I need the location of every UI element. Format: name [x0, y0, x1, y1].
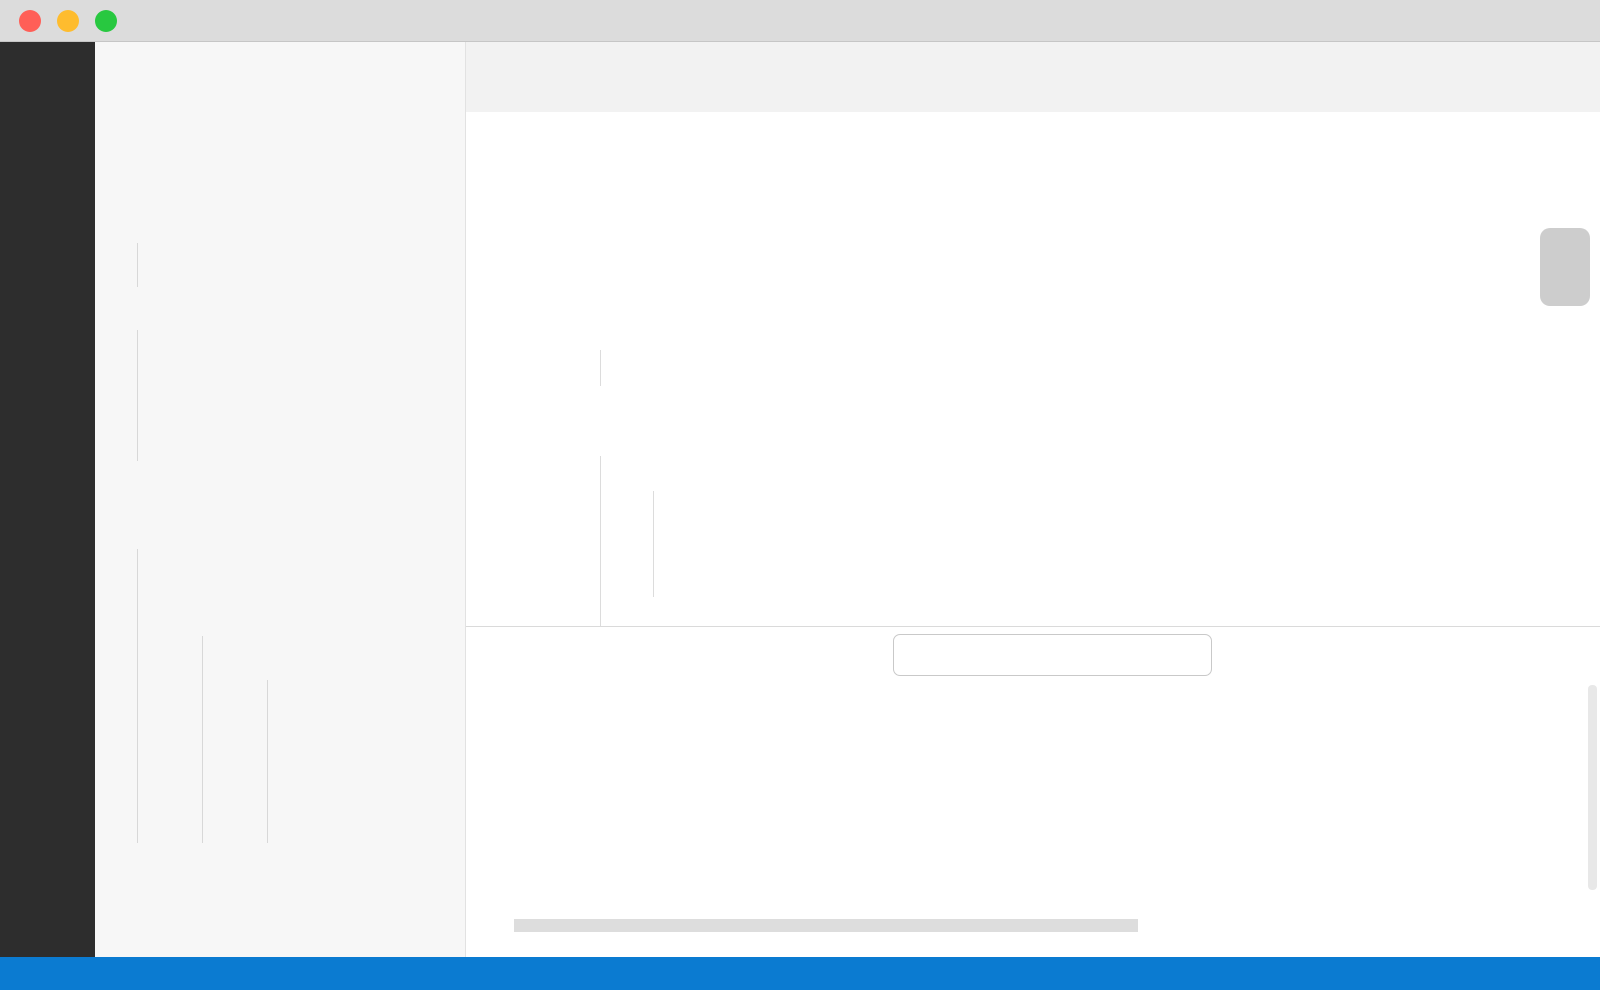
- indent-guide: [653, 491, 654, 597]
- indent-guide: [137, 243, 138, 287]
- output-channel-select[interactable]: [893, 634, 1212, 676]
- panel-header: [466, 627, 1600, 681]
- minimap[interactable]: [1405, 112, 1520, 626]
- titlebar[interactable]: [0, 0, 1600, 42]
- indent-guide: [600, 350, 601, 386]
- panel-horizontal-scrollbar[interactable]: [514, 919, 1138, 932]
- indent-guide: [600, 456, 601, 626]
- window-title: [0, 0, 1600, 42]
- indent-guide: [202, 636, 203, 843]
- editor-scrollbar[interactable]: [1540, 228, 1590, 306]
- bottom-panel: [466, 626, 1600, 957]
- indent-guide: [267, 680, 268, 843]
- editor-tab-bar: [466, 42, 1600, 112]
- status-bar: [0, 957, 1600, 990]
- indent-guide: [137, 330, 138, 461]
- panel-vertical-scrollbar[interactable]: [1588, 685, 1597, 890]
- indent-guide: [137, 549, 138, 843]
- vscode-window: [0, 0, 1600, 990]
- explorer-header: [95, 42, 466, 112]
- sidebar-explorer: [95, 42, 466, 957]
- code-editor[interactable]: [466, 112, 1600, 626]
- activity-bar: [0, 42, 95, 957]
